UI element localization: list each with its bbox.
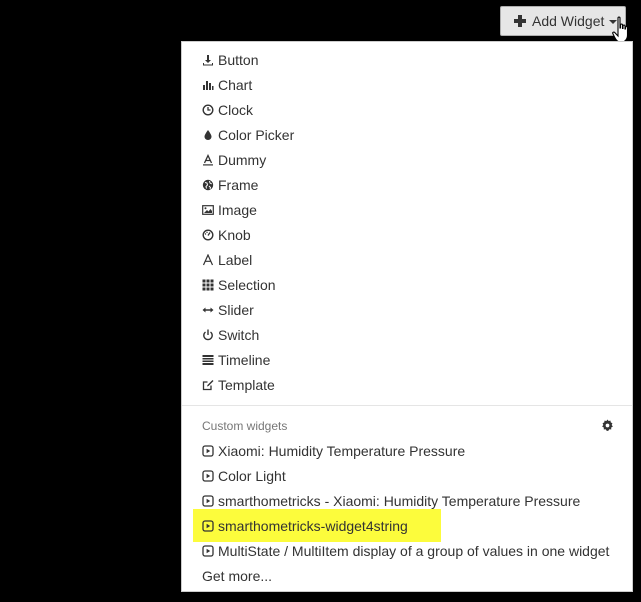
plus-icon (514, 15, 526, 27)
hand-pointer-cursor-icon (612, 16, 629, 43)
play-square-icon (202, 444, 214, 457)
menu-item-label: Frame (218, 176, 259, 193)
get-more-link[interactable]: Get more... (182, 563, 632, 588)
menu-item-label: Timeline (218, 351, 271, 368)
grid-icon (202, 279, 214, 291)
menu-item-label: MultiState / MultiItem display of a grou… (218, 542, 610, 559)
menu-item-label: Selection (218, 276, 276, 293)
menu-item-image[interactable]: Image (182, 197, 632, 222)
menu-item-label: Knob (218, 226, 251, 243)
play-square-icon (202, 494, 214, 507)
menu-item-label: Slider (218, 301, 254, 318)
clock-icon (202, 103, 214, 116)
menu-item-label: Switch (218, 326, 260, 343)
menu-item-custom-xiaomi[interactable]: Xiaomi: Humidity Temperature Pressure (182, 438, 632, 463)
menu-item-custom-multistate[interactable]: MultiState / MultiItem display of a grou… (182, 538, 632, 563)
gear-icon[interactable] (601, 419, 614, 432)
list-icon (202, 354, 214, 366)
menu-item-label: Color Light (218, 467, 286, 484)
menu-item-template[interactable]: Template (182, 372, 632, 397)
bar-chart-icon (202, 79, 214, 91)
dashboard-icon (202, 228, 214, 241)
builtin-widget-list: Button Chart Clock Color Picker Dummy Fr… (182, 47, 632, 397)
menu-item-label: Template (218, 376, 275, 393)
menu-item-label: smarthometricks-widget4string (218, 517, 408, 534)
menu-item-clock[interactable]: Clock (182, 97, 632, 122)
custom-widget-list: Xiaomi: Humidity Temperature Pressure Co… (182, 438, 632, 588)
menu-item-chart[interactable]: Chart (182, 72, 632, 97)
menu-item-button[interactable]: Button (182, 47, 632, 72)
play-square-icon (202, 519, 214, 532)
menu-item-slider[interactable]: Slider (182, 297, 632, 322)
menu-item-label: Dummy (218, 151, 267, 168)
add-widget-label: Add Widget (532, 13, 605, 29)
get-more-label: Get more... (202, 567, 273, 584)
menu-item-label: Image (218, 201, 257, 218)
menu-item-label: Chart (218, 76, 253, 93)
menu-item-label[interactable]: Label (182, 247, 632, 272)
add-widget-dropdown: Button Chart Clock Color Picker Dummy Fr… (181, 41, 633, 592)
menu-item-label: Clock (218, 101, 254, 118)
menu-item-color-picker[interactable]: Color Picker (182, 122, 632, 147)
text-format-icon (202, 153, 214, 166)
arrows-h-icon (202, 304, 214, 316)
play-square-icon (202, 544, 214, 557)
custom-widgets-header: Custom widgets (202, 419, 288, 433)
menu-item-frame[interactable]: Frame (182, 172, 632, 197)
menu-item-timeline[interactable]: Timeline (182, 347, 632, 372)
menu-item-dummy[interactable]: Dummy (182, 147, 632, 172)
menu-item-label: smarthometricks - Xiaomi: Humidity Tempe… (218, 492, 581, 509)
screen: Add Widget Button Chart Clock Color Pick… (0, 0, 641, 602)
menu-item-label: Color Picker (218, 126, 295, 143)
tint-icon (202, 129, 214, 141)
menu-divider (182, 405, 632, 406)
menu-item-selection[interactable]: Selection (182, 272, 632, 297)
menu-item-label: Button (218, 51, 259, 68)
menu-item-custom-color-light[interactable]: Color Light (182, 463, 632, 488)
edit-icon (202, 379, 214, 391)
image-icon (202, 204, 214, 216)
menu-item-switch[interactable]: Switch (182, 322, 632, 347)
play-square-icon (202, 469, 214, 482)
font-icon (202, 253, 214, 266)
add-widget-button[interactable]: Add Widget (500, 6, 626, 36)
menu-item-label-text: Label (218, 251, 253, 268)
menu-item-custom-widget4string[interactable]: smarthometricks-widget4string (182, 509, 632, 542)
power-icon (202, 329, 214, 341)
globe-icon (202, 179, 214, 191)
menu-item-label: Xiaomi: Humidity Temperature Pressure (218, 442, 466, 459)
download-icon (202, 54, 214, 66)
menu-item-knob[interactable]: Knob (182, 222, 632, 247)
